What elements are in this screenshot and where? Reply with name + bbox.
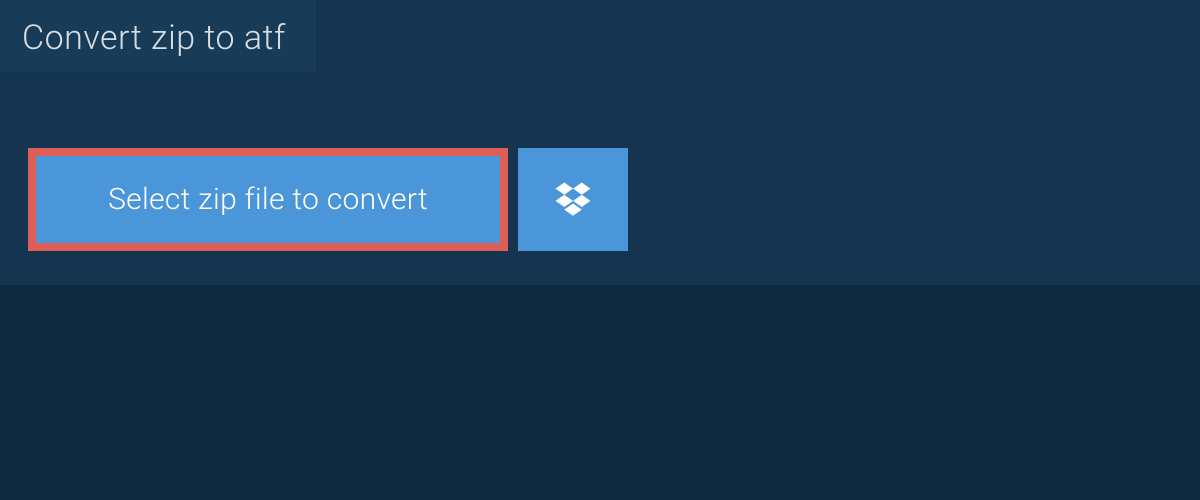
dropbox-button[interactable] [518, 148, 628, 251]
select-file-label: Select zip file to convert [108, 182, 428, 217]
page-container: Convert zip to atf Select zip file to co… [0, 0, 1200, 500]
tab-title: Convert zip to atf [22, 18, 286, 58]
tab-header[interactable]: Convert zip to atf [0, 0, 316, 72]
converter-panel: Convert zip to atf Select zip file to co… [0, 0, 1200, 285]
dropbox-icon [552, 179, 594, 221]
select-file-button[interactable]: Select zip file to convert [28, 148, 508, 251]
action-row: Select zip file to convert [28, 148, 628, 251]
